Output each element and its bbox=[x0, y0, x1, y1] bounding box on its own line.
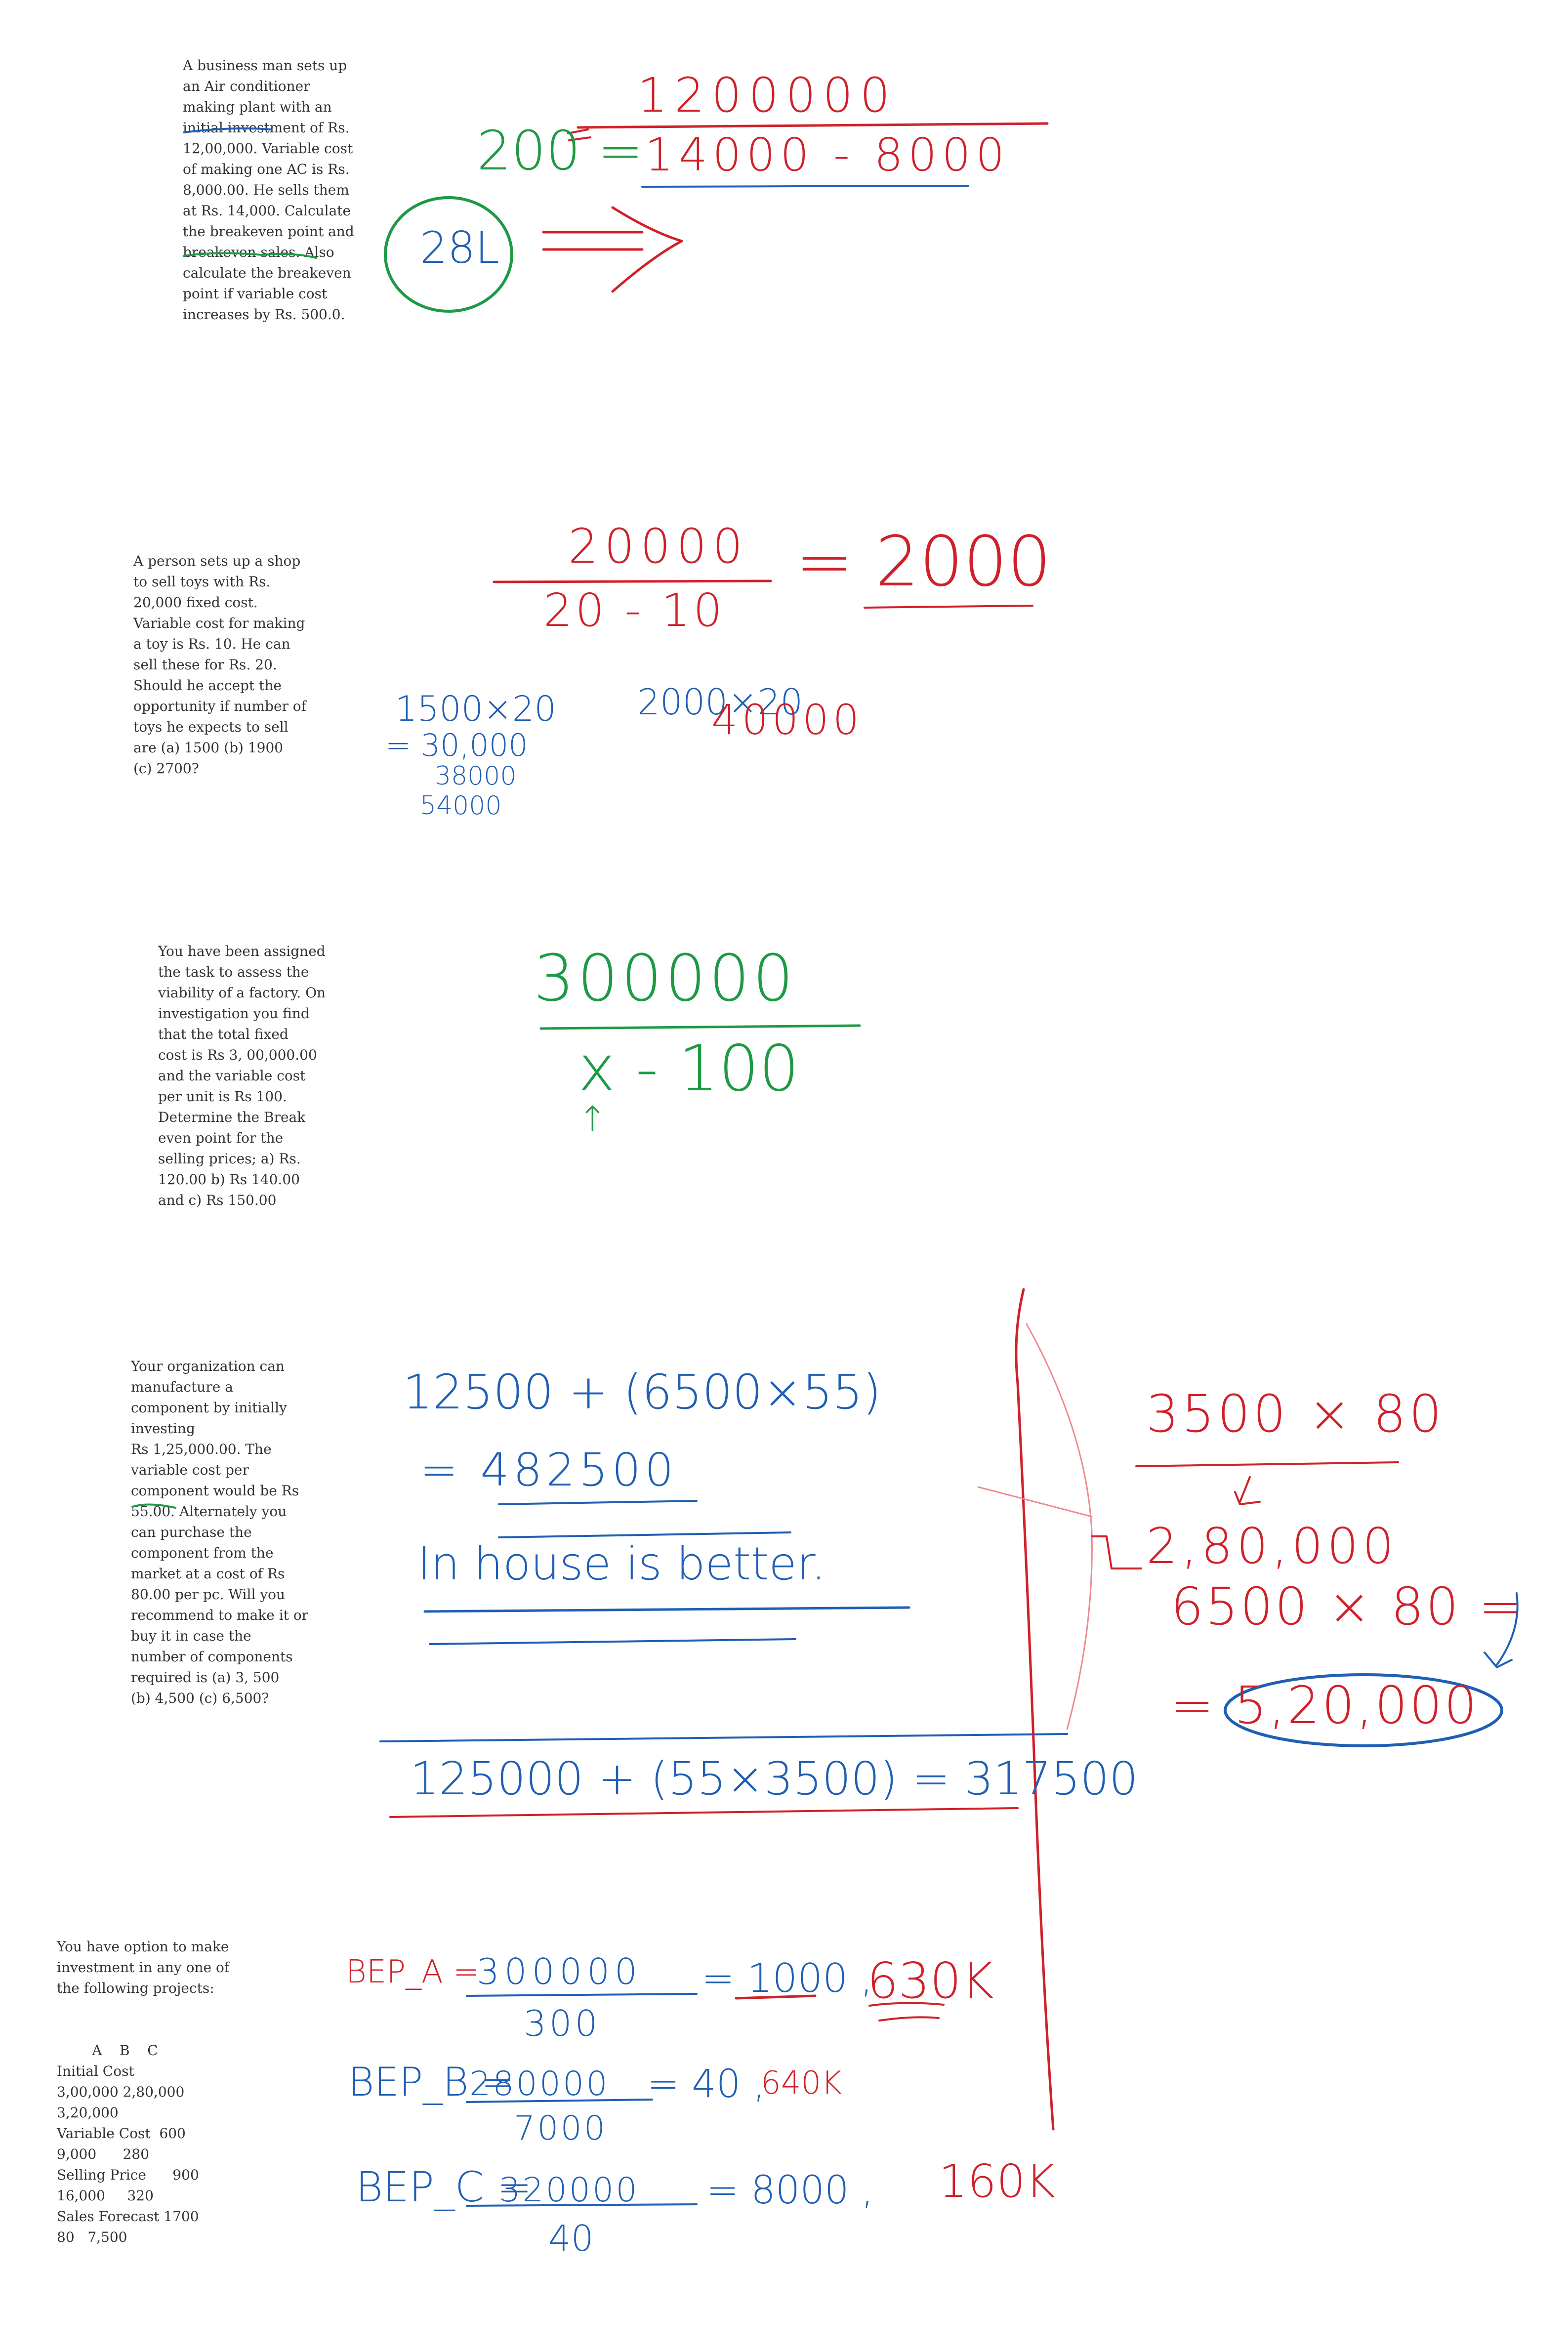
p4-right-1: 3500 × 80 bbox=[1146, 1384, 1445, 1444]
p5-bep-a-numerator: 300000 bbox=[477, 1951, 642, 1992]
p5-bep-c-sales: 160K bbox=[939, 2155, 1055, 2208]
p2-calc-38000: 38000 bbox=[435, 761, 517, 791]
p2-calc-30000: = 30,000 bbox=[385, 727, 528, 763]
p3-arrow-mark: ↑ bbox=[578, 1099, 607, 1139]
p5-bep-a-denominator: 300 bbox=[524, 2003, 601, 2044]
p4-line-4: 125000 + (55×3500) = 317500 bbox=[410, 1752, 1138, 1805]
p5-bep-c-result: = 8000 , bbox=[706, 2168, 874, 2213]
p1-denominator: 14000 - 8000 bbox=[645, 128, 1010, 181]
p4-right-2: 2,80,000 bbox=[1146, 1517, 1398, 1575]
p5-bep-b-sales: 640K bbox=[761, 2065, 842, 2102]
p2-numerator: 20000 bbox=[568, 519, 749, 574]
p3-denominator: x - 100 bbox=[578, 1032, 799, 1106]
p1-left-label: 200 = bbox=[477, 119, 644, 182]
p4-right-3: 6500 × 80 = bbox=[1171, 1576, 1524, 1637]
p3-numerator: 300000 bbox=[534, 941, 797, 1016]
p2-denominator: 20 - 10 bbox=[543, 584, 725, 637]
p4-line-3: In house is better. bbox=[417, 1537, 826, 1590]
p4-line-2: = 482500 bbox=[420, 1444, 678, 1496]
p2-calc-40000: 40000 bbox=[711, 696, 864, 744]
p5-bep-a-sales: 630K bbox=[867, 1952, 994, 2010]
p5-bep-a-result: = 1000 , bbox=[701, 1955, 873, 2001]
p1-circled-value: 28L bbox=[420, 222, 500, 273]
p5-bep-c-numerator: 320000 bbox=[499, 2171, 639, 2210]
p5-bep-b-numerator: 280000 bbox=[469, 2064, 610, 2104]
p2-calc-54000: 54000 bbox=[420, 791, 502, 821]
p4-line-1: 12500 + (6500×55) bbox=[403, 1364, 881, 1420]
p1-numerator: 1200000 bbox=[637, 68, 897, 123]
p2-calc-1500: 1500×20 bbox=[395, 689, 556, 729]
p5-bep-b-denominator: 7000 bbox=[514, 2109, 608, 2148]
p4-right-4: = 5,20,000 bbox=[1171, 1675, 1479, 1735]
p2-result: = 2000 bbox=[795, 522, 1052, 602]
p5-bep-a-label: BEP_A = bbox=[346, 1954, 480, 1990]
p5-bep-b-result: = 40 , bbox=[647, 2062, 765, 2106]
p5-bep-c-denominator: 40 bbox=[548, 2218, 594, 2259]
